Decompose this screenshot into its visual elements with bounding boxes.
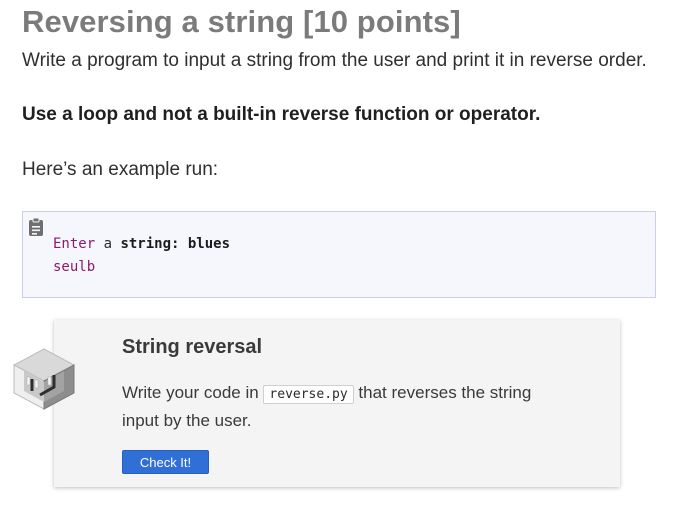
code-line-output: seulb [53, 259, 95, 275]
code-plain: a [95, 236, 121, 252]
card-title: String reversal [122, 336, 263, 358]
check-it-button[interactable]: Check It! [122, 450, 209, 474]
isometric-cube-icon [12, 348, 76, 410]
code-keyword: Enter [53, 236, 96, 252]
card-text-before: Write your code in [122, 383, 264, 402]
exercise-card: String reversal Write your code in rever… [54, 320, 620, 487]
card-text: Write your code in reverse.py that rever… [122, 380, 562, 434]
code-line-input: Enter a string: blues [53, 236, 230, 252]
code-prompt: string: blues [120, 236, 231, 252]
code-output: seulb [53, 259, 96, 275]
rule-text: Use a loop and not a built-in reverse fu… [22, 104, 541, 125]
example-code-block: Enter a string: blues seulb [22, 211, 656, 298]
intro-text: Write a program to input a string from t… [22, 50, 647, 71]
filename-code: reverse.py [263, 385, 354, 404]
page-title: Reversing a string [10 points] [22, 4, 461, 39]
example-label: Here’s an example run: [22, 159, 219, 180]
clipboard-icon[interactable] [28, 217, 44, 237]
